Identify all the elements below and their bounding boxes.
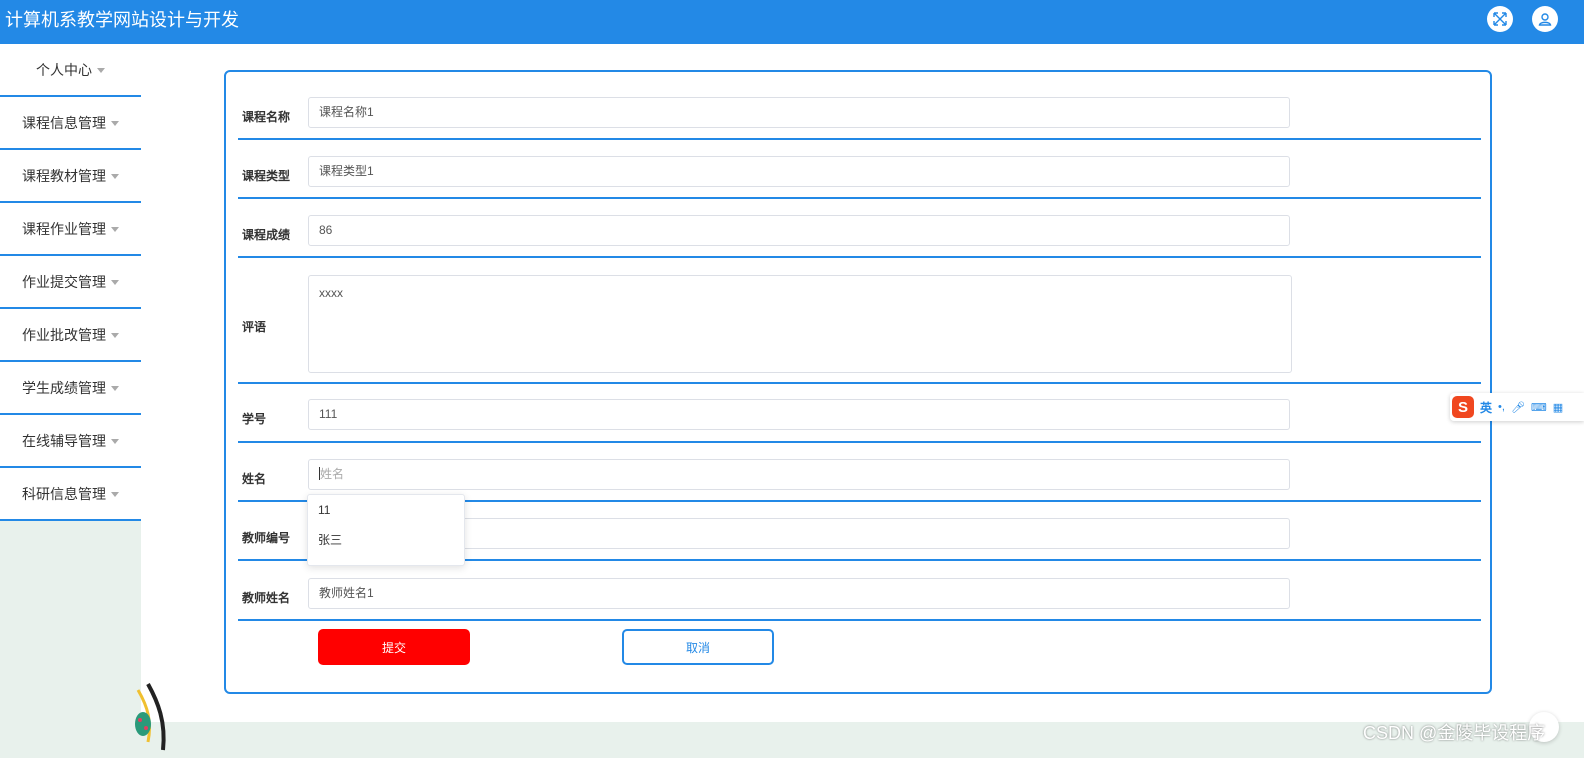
teacher-name-label: 教师姓名 <box>242 591 291 605</box>
user-icon <box>1538 13 1552 26</box>
sidebar: 个人中心 课程信息管理 课程教材管理 课程作业管理 作业提交管理 作业批改管理 … <box>0 44 141 521</box>
form-row-student-id: 学号 111 <box>238 384 1481 443</box>
form-row-course-name: 课程名称 课程名称1 <box>238 72 1481 140</box>
dropdown-option[interactable]: 张三 <box>308 525 464 555</box>
course-score-label: 课程成绩 <box>242 228 291 242</box>
sidebar-item-label: 课程作业管理 <box>22 220 106 237</box>
course-type-label: 课程类型 <box>242 169 291 183</box>
student-name-label: 姓名 <box>242 472 267 486</box>
sidebar-item-course-textbook[interactable]: 课程教材管理 <box>0 150 141 203</box>
fullscreen-icon <box>1493 12 1507 26</box>
ime-logo: S <box>1452 396 1474 418</box>
student-id-label: 学号 <box>242 412 267 426</box>
submit-button[interactable]: 提交 <box>318 629 470 665</box>
sidebar-item-student-scores[interactable]: 学生成绩管理 <box>0 362 141 415</box>
cancel-button[interactable]: 取消 <box>622 629 774 665</box>
form-row-comment: 评语 xxxx <box>238 258 1481 384</box>
student-id-input[interactable]: 111 <box>308 399 1290 430</box>
edit-form: 课程名称 课程名称1 课程类型 课程类型1 课程成绩 86 评语 xxxx 学号… <box>224 70 1492 694</box>
ime-toolbar[interactable]: S 英 •, 🎤︎ ⌨ ▦ <box>1450 393 1584 421</box>
keyboard-icon[interactable]: ⌨ <box>1531 401 1547 414</box>
caret-down-icon <box>111 280 119 285</box>
caret-down-icon <box>111 333 119 338</box>
form-row-course-score: 课程成绩 86 <box>238 199 1481 258</box>
sidebar-item-course-homework[interactable]: 课程作业管理 <box>0 203 141 256</box>
course-type-input[interactable]: 课程类型1 <box>308 156 1290 187</box>
form-row-course-type: 课程类型 课程类型1 <box>238 140 1481 199</box>
sidebar-item-personal-center[interactable]: 个人中心 <box>0 44 141 97</box>
course-name-input[interactable]: 课程名称1 <box>308 97 1290 128</box>
course-name-label: 课程名称 <box>242 110 291 124</box>
caret-down-icon <box>111 386 119 391</box>
teacher-name-input[interactable]: 教师姓名1 <box>308 578 1290 609</box>
student-name-input[interactable]: 姓名 <box>308 459 1290 490</box>
course-score-input[interactable]: 86 <box>308 215 1290 246</box>
fullscreen-button[interactable] <box>1487 6 1513 32</box>
user-button[interactable] <box>1532 6 1558 32</box>
sidebar-item-label: 在线辅导管理 <box>22 432 106 449</box>
comment-textarea[interactable]: xxxx <box>308 275 1292 373</box>
app-title: 计算机系教学网站设计与开发 <box>5 10 239 30</box>
sidebar-item-label: 个人中心 <box>36 61 92 78</box>
watermark: CSDN @金陵毕设程序 <box>1363 723 1546 743</box>
student-name-placeholder: 姓名 <box>320 467 345 481</box>
top-bar: 计算机系教学网站设计与开发 <box>0 0 1584 44</box>
caret-down-icon <box>111 174 119 179</box>
sidebar-item-homework-submission[interactable]: 作业提交管理 <box>0 256 141 309</box>
comment-label: 评语 <box>242 320 267 334</box>
caret-down-icon <box>111 121 119 126</box>
sidebar-item-research-info[interactable]: 科研信息管理 <box>0 468 141 521</box>
sidebar-item-label: 课程信息管理 <box>22 114 106 131</box>
microphone-icon[interactable]: 🎤︎ <box>1511 401 1525 414</box>
sidebar-item-online-tutoring[interactable]: 在线辅导管理 <box>0 415 141 468</box>
decorative-plant-icon <box>135 683 166 751</box>
teacher-id-label: 教师编号 <box>242 531 291 545</box>
ime-language-mode[interactable]: 英 <box>1480 399 1492 416</box>
name-suggestion-dropdown: 11 张三 <box>307 494 465 566</box>
sidebar-item-label: 作业提交管理 <box>22 273 106 290</box>
sidebar-item-label: 科研信息管理 <box>22 485 106 502</box>
sidebar-item-label: 作业批改管理 <box>22 326 106 343</box>
form-row-teacher-name: 教师姓名 教师姓名1 <box>238 561 1481 621</box>
caret-down-icon <box>97 68 105 73</box>
dropdown-option[interactable]: 11 <box>308 495 464 525</box>
caret-down-icon <box>111 227 119 232</box>
caret-down-icon <box>111 492 119 497</box>
sidebar-item-label: 学生成绩管理 <box>22 379 106 396</box>
sidebar-item-homework-grading[interactable]: 作业批改管理 <box>0 309 141 362</box>
sidebar-item-label: 课程教材管理 <box>22 167 106 184</box>
caret-down-icon <box>111 439 119 444</box>
punctuation-icon[interactable]: •, <box>1498 401 1505 413</box>
menu-icon[interactable]: ▦ <box>1553 401 1563 414</box>
sidebar-item-course-info[interactable]: 课程信息管理 <box>0 97 141 150</box>
